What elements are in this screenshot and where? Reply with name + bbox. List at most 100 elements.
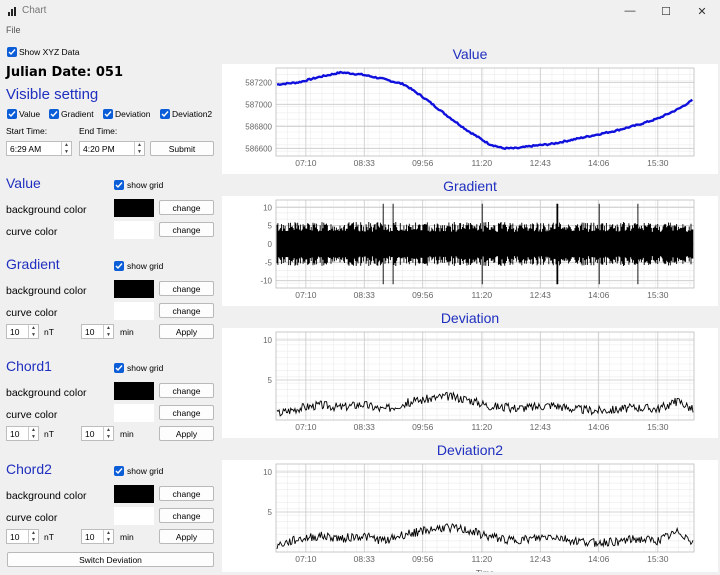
spin-arrows[interactable]: ▲ ▼ bbox=[28, 427, 38, 440]
x-tick-label: 07:10 bbox=[295, 554, 317, 564]
chord2-min-spinbox-value: 10 bbox=[85, 531, 95, 542]
chord1-background-change-button[interactable]: change bbox=[159, 383, 214, 398]
menu-bar: File bbox=[0, 22, 720, 38]
close-icon: ✕ bbox=[697, 5, 707, 18]
spin-arrows[interactable]: ▲ ▼ bbox=[103, 530, 113, 543]
close-button[interactable]: ✕ bbox=[684, 0, 720, 22]
x-tick-label: 11:20 bbox=[472, 554, 493, 564]
chord2-apply-button[interactable]: Apply bbox=[159, 529, 214, 544]
gradient-apply-button[interactable]: Apply bbox=[159, 324, 214, 339]
deviation2-chart[interactable]: 07:10 08:33 09:56 11:20 12:43 14:06 15:30 10 5 Ti… bbox=[222, 460, 718, 572]
x-tick-label: 08:33 bbox=[354, 290, 376, 300]
y-tick-label: 5 bbox=[268, 222, 273, 231]
deviation2-visible-checkbox[interactable] bbox=[160, 109, 170, 119]
chord1-nt-spinbox[interactable]: 10 ▲ ▼ bbox=[6, 426, 39, 441]
y-tick-label: 586800 bbox=[245, 122, 272, 131]
chord1-curve-color-label: curve color bbox=[6, 409, 58, 421]
julian-date: Julian Date: 051 bbox=[6, 65, 124, 80]
start-time-label: Start Time: bbox=[6, 126, 48, 136]
value-chart[interactable]: 07:10 08:33 09:56 11:20 12:43 14:06 15:30 58720… bbox=[222, 64, 718, 174]
check-icon bbox=[8, 49, 16, 56]
chord2-background-change-button[interactable]: change bbox=[159, 486, 214, 501]
chord1-show-grid-checkbox[interactable] bbox=[114, 363, 124, 373]
chord1-background-color-label: background color bbox=[6, 387, 87, 399]
chord1-curve-change-button[interactable]: change bbox=[159, 405, 214, 420]
deviation2-chart-title: Deviation2 bbox=[436, 442, 504, 458]
check-icon bbox=[104, 111, 112, 118]
down-arrow-icon: ▼ bbox=[64, 148, 69, 155]
chord2-show-grid-label: show grid bbox=[127, 466, 164, 476]
deviation-visible-label: Deviation bbox=[115, 109, 151, 119]
x-tick-label: 11:20 bbox=[472, 158, 493, 168]
x-tick-label: 15:30 bbox=[647, 554, 669, 564]
x-tick-label: 14:06 bbox=[588, 158, 610, 168]
chord1-min-spinbox-value: 10 bbox=[85, 428, 95, 439]
value-background-change-button[interactable]: change bbox=[159, 200, 214, 215]
value-show-grid-checkbox[interactable] bbox=[114, 180, 124, 190]
chord2-nt-spinbox[interactable]: 10 ▲ ▼ bbox=[6, 529, 39, 544]
check-icon bbox=[115, 182, 123, 189]
switch-deviation-button[interactable]: Switch Deviation bbox=[7, 552, 214, 567]
title-bar: Chart — ☐ ✕ bbox=[0, 0, 720, 22]
x-tick-label: 07:10 bbox=[295, 290, 317, 300]
down-arrow-icon: ▼ bbox=[106, 331, 111, 338]
end-time-input[interactable]: 4:20 PM ▲ ▼ bbox=[79, 141, 145, 156]
gradient-curve-change-button[interactable]: change bbox=[159, 303, 214, 318]
y-tick-label: 5 bbox=[268, 508, 273, 517]
deviation-chart[interactable]: 07:10 08:33 09:56 11:20 12:43 14:06 15:30 10 5 Ti… bbox=[222, 328, 718, 438]
menu-file[interactable]: File bbox=[6, 25, 21, 35]
value-show-grid-label: show grid bbox=[127, 180, 164, 190]
gradient-min-spinbox[interactable]: 10 ▲ ▼ bbox=[81, 324, 114, 339]
x-tick-label: 07:10 bbox=[295, 158, 317, 168]
chord2-curve-change-button[interactable]: change bbox=[159, 508, 214, 523]
value-curve-change-button[interactable]: change bbox=[159, 222, 214, 237]
y-tick-label: 586600 bbox=[245, 144, 272, 153]
gradient-visible-checkbox[interactable] bbox=[49, 109, 59, 119]
value-chart-title: Value bbox=[452, 46, 488, 62]
submit-button[interactable]: Submit bbox=[150, 141, 214, 156]
check-icon bbox=[115, 365, 123, 372]
spin-arrows[interactable]: ▲ ▼ bbox=[28, 325, 38, 338]
chord1-section-title: Chord1 bbox=[6, 358, 52, 374]
x-tick-label: 14:06 bbox=[588, 422, 610, 432]
value-visible-label: Value bbox=[19, 109, 41, 119]
gradient-curve-color-swatch bbox=[114, 302, 154, 320]
down-arrow-icon: ▼ bbox=[31, 536, 36, 543]
maximize-button[interactable]: ☐ bbox=[648, 0, 684, 22]
maximize-icon: ☐ bbox=[661, 5, 671, 18]
deviation-visible-checkbox[interactable] bbox=[103, 109, 113, 119]
x-tick-label: 11:20 bbox=[472, 290, 493, 300]
spin-arrows[interactable]: ▲ ▼ bbox=[103, 325, 113, 338]
x-tick-label: 08:33 bbox=[354, 158, 376, 168]
gradient-show-grid-checkbox[interactable] bbox=[114, 261, 124, 271]
gradient-chart[interactable]: 07:10 08:33 09:56 11:20 12:43 14:06 15:30 10 5 0 -… bbox=[222, 196, 718, 306]
value-background-color-swatch bbox=[114, 199, 154, 217]
start-time-value: 6:29 AM bbox=[10, 143, 42, 154]
deviation2-visible-label: Deviation2 bbox=[172, 109, 213, 119]
spin-arrows[interactable]: ▲ ▼ bbox=[103, 427, 113, 440]
gradient-nt-spinbox-value: 10 bbox=[10, 326, 20, 337]
spin-arrows[interactable]: ▲ ▼ bbox=[134, 142, 144, 155]
down-arrow-icon: ▼ bbox=[31, 433, 36, 440]
minimize-button[interactable]: — bbox=[612, 0, 648, 22]
chord1-apply-button[interactable]: Apply bbox=[159, 426, 214, 441]
show-xyz-checkbox[interactable] bbox=[7, 47, 17, 57]
start-time-input[interactable]: 6:29 AM ▲ ▼ bbox=[6, 141, 72, 156]
x-tick-label: 14:06 bbox=[588, 554, 610, 564]
check-icon bbox=[50, 111, 58, 118]
x-tick-label: 12:43 bbox=[530, 290, 552, 300]
control-panel: Show XYZ Data Julian Date: 051 Visible s… bbox=[0, 38, 220, 575]
spin-arrows[interactable]: ▲ ▼ bbox=[61, 142, 71, 155]
gradient-background-change-button[interactable]: change bbox=[159, 281, 214, 296]
value-visible-checkbox[interactable] bbox=[7, 109, 17, 119]
x-tick-label: 12:43 bbox=[530, 554, 552, 564]
gradient-nt-spinbox[interactable]: 10 ▲ ▼ bbox=[6, 324, 39, 339]
spin-arrows[interactable]: ▲ ▼ bbox=[28, 530, 38, 543]
gradient-nt-unit: nT bbox=[44, 327, 54, 337]
chord2-min-spinbox[interactable]: 10 ▲ ▼ bbox=[81, 529, 114, 544]
chord1-min-spinbox[interactable]: 10 ▲ ▼ bbox=[81, 426, 114, 441]
chord2-curve-color-swatch bbox=[114, 507, 154, 525]
chord2-curve-color-label: curve color bbox=[6, 512, 58, 524]
chord2-show-grid-checkbox[interactable] bbox=[114, 466, 124, 476]
chord2-nt-unit: nT bbox=[44, 532, 54, 542]
